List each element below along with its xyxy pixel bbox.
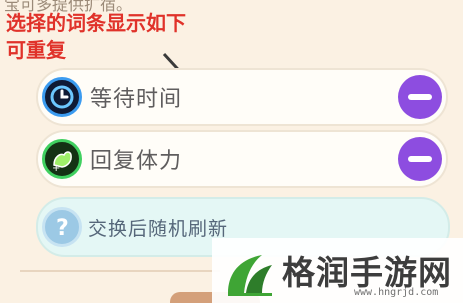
annotation-line-1: 选择的词条显示如下 — [6, 11, 186, 35]
minus-icon — [408, 94, 432, 100]
divider — [20, 270, 220, 272]
minus-icon — [408, 156, 432, 162]
annotation-line-2: 可重复 — [6, 38, 66, 62]
annotation-text: 选择的词条显示如下 可重复 — [6, 10, 186, 64]
watermark-url: www.hngrjd.com — [354, 287, 439, 298]
svg-text:?: ? — [56, 216, 69, 241]
svg-text:+: + — [52, 163, 60, 173]
entry-row-wait-time[interactable]: 等待时间 — [36, 68, 448, 126]
entry-label: 等待时间 — [90, 87, 183, 112]
watermark: 格润手游网 www.hngrjd.com — [212, 238, 463, 303]
remove-entry-button[interactable] — [398, 75, 442, 119]
remove-entry-button[interactable] — [398, 137, 442, 181]
entry-label: 交换后随机刷新 — [88, 217, 229, 240]
entry-label: 回复体力 — [90, 149, 183, 174]
entry-row-restore-stamina[interactable]: + 回复体力 — [36, 130, 448, 188]
question-icon: ? — [42, 207, 82, 247]
muscle-icon: + — [42, 139, 82, 179]
clock-icon — [42, 77, 82, 117]
site-logo-icon — [228, 255, 272, 296]
